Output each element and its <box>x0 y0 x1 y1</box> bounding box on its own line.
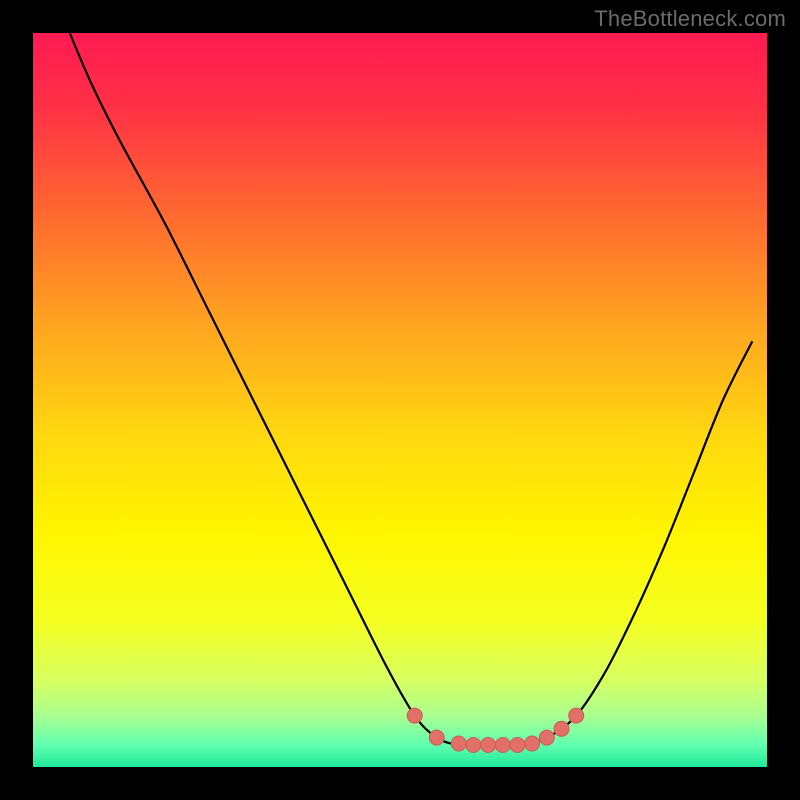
marker-dot <box>510 738 525 753</box>
plot-svg <box>33 33 767 767</box>
marker-dot <box>554 721 569 736</box>
marker-dot <box>539 730 554 745</box>
gradient-background <box>33 33 767 767</box>
attribution-text: TheBottleneck.com <box>594 6 786 32</box>
marker-dot <box>495 738 510 753</box>
marker-dot <box>569 708 584 723</box>
marker-dot <box>451 736 466 751</box>
chart-frame: TheBottleneck.com <box>0 0 800 800</box>
marker-dot <box>525 736 540 751</box>
marker-dot <box>466 738 481 753</box>
plot-area <box>33 33 767 767</box>
marker-dot <box>429 730 444 745</box>
marker-dot <box>407 708 422 723</box>
marker-dot <box>481 738 496 753</box>
